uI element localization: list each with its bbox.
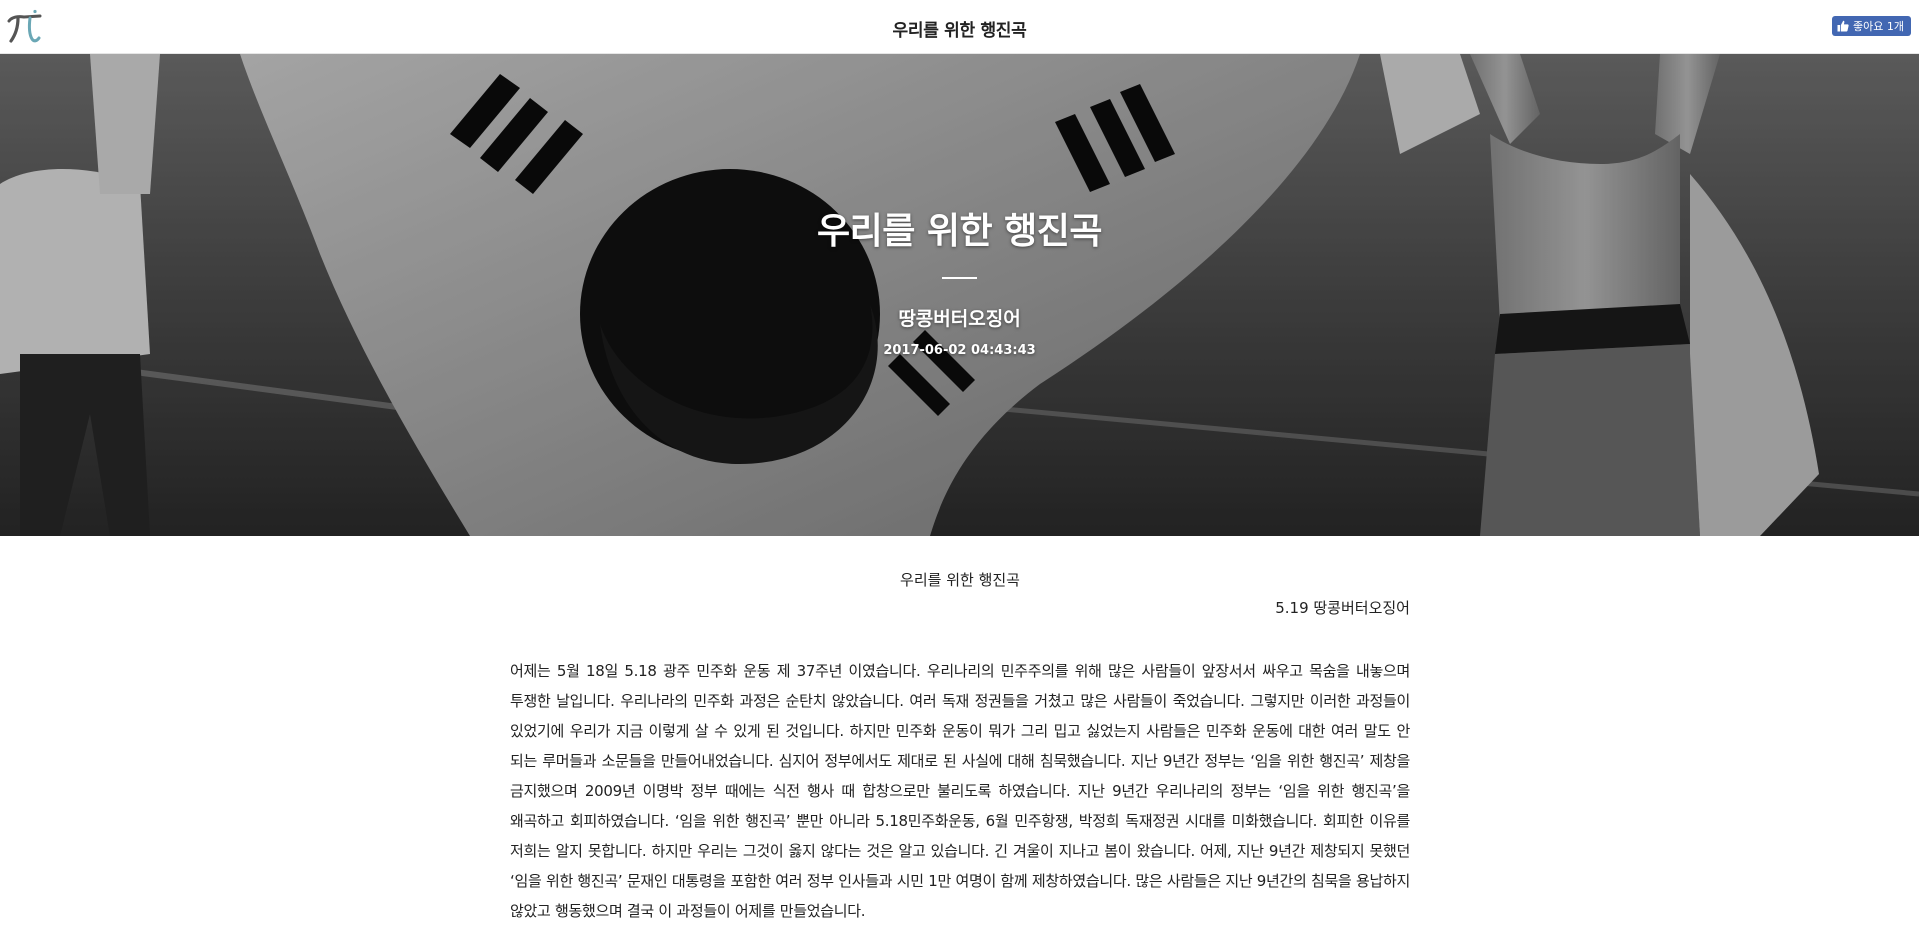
- hero-divider: [942, 277, 977, 279]
- article-body: 어제는 5월 18일 5.18 광주 민주화 운동 제 37주년 이였습니다. …: [510, 662, 1410, 920]
- hero-author: 땅콩버터오징어: [898, 308, 1021, 330]
- hero-banner: 우리를 위한 행진곡 땅콩버터오징어 2017-06-02 04:43:43: [0, 54, 1919, 536]
- article-content: 우리를 위한 행진곡 5.19 땅콩버터오징어 어제는 5월 18일 5.18 …: [510, 566, 1410, 926]
- like-button[interactable]: 좋아요 1개: [1832, 16, 1911, 36]
- hero-title: 우리를 위한 행진곡: [816, 211, 1103, 252]
- top-bar: 우리를 위한 행진곡 좋아요 1개: [0, 0, 1919, 54]
- hero-date: 2017-06-02 04:43:43: [883, 343, 1036, 358]
- article-title: 우리를 위한 행진곡: [900, 571, 1020, 589]
- article-byline: 5.19 땅콩버터오징어: [1275, 599, 1410, 617]
- page-title: 우리를 위한 행진곡: [892, 21, 1027, 41]
- like-button-label: 좋아요 1개: [1853, 20, 1904, 33]
- thumbs-up-icon: [1837, 20, 1849, 32]
